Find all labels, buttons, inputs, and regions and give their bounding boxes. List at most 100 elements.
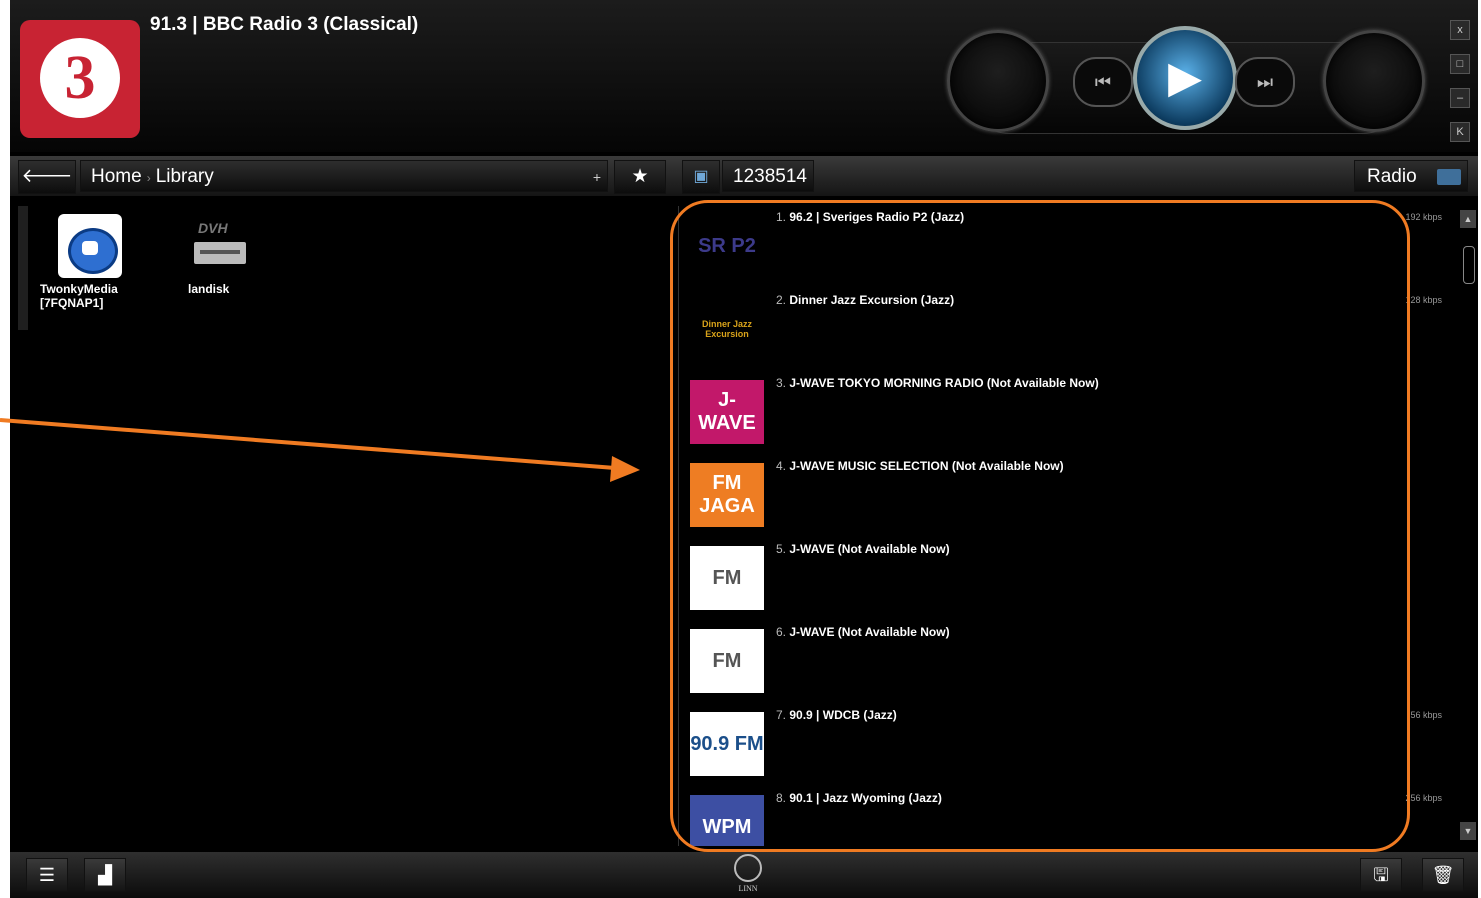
minimize-window-button[interactable]: – <box>1450 88 1470 108</box>
station-name: Dinner Jazz Excursion (Jazz) <box>789 293 955 307</box>
station-title: 8. 90.1 | Jazz Wyoming (Jazz) <box>776 791 942 805</box>
station-name: 90.1 | Jazz Wyoming (Jazz) <box>789 791 942 805</box>
close-window-button[interactable]: x <box>1450 20 1470 40</box>
station-row[interactable]: SR P2 1. 96.2 | Sveriges Radio P2 (Jazz) 1… <box>690 206 1460 289</box>
breadcrumb-library[interactable]: Library <box>156 166 214 187</box>
station-row[interactable]: FM 6. J-WAVE (Not Available Now) <box>690 621 1460 704</box>
station-number: 4. <box>776 459 787 473</box>
back-arrow-icon: 🡐 <box>21 166 73 187</box>
breadcrumb-home[interactable]: Home <box>91 166 142 187</box>
now-playing-title: 91.3 | BBC Radio 3 (Classical) <box>150 14 419 35</box>
linn-kinsky-app: 3 91.3 | BBC Radio 3 (Classical) ⏮ ▶ ⏭ x… <box>10 0 1478 898</box>
trash-icon: 🗑 <box>1431 865 1455 885</box>
station-title: 2. Dinner Jazz Excursion (Jazz) <box>776 293 954 307</box>
station-logo-thumbnail: FM <box>690 629 764 693</box>
station-bitrate: 256 kbps <box>1405 793 1442 803</box>
playlist-button[interactable]: ☰ <box>26 858 68 892</box>
station-logo: 3 <box>20 20 140 138</box>
station-row[interactable]: Dinner Jazz Excursion 2. Dinner Jazz Excu… <box>690 289 1460 372</box>
station-number: 5. <box>776 542 787 556</box>
source-icon <box>1437 169 1461 185</box>
station-row[interactable]: FM JAGA 4. J-WAVE MUSIC SELECTION (Not Av… <box>690 455 1460 538</box>
scroll-down-button[interactable]: ▼ <box>1460 822 1476 840</box>
station-name: J-WAVE (Not Available Now) <box>789 542 950 556</box>
add-location-button[interactable]: + <box>593 161 601 193</box>
back-button[interactable]: 🡐 <box>18 160 76 194</box>
station-title: 4. J-WAVE MUSIC SELECTION (Not Available… <box>776 459 1064 473</box>
station-logo-thumbnail: 90.9 FM <box>690 712 764 776</box>
station-logo-thumbnail: J-WAVE <box>690 380 764 444</box>
station-logo-thumbnail: FM JAGA <box>690 463 764 527</box>
station-number: 3. <box>776 376 787 390</box>
view-toggle-button[interactable]: ▟ <box>84 858 126 892</box>
station-logo-thumbnail: WPM <box>690 795 764 846</box>
station-title: 3. J-WAVE TOKYO MORNING RADIO (Not Avail… <box>776 376 1099 390</box>
previous-button[interactable]: ⏮ <box>1073 57 1133 107</box>
station-logo-text: FM <box>712 566 742 589</box>
station-logo-text: SR P2 <box>698 234 756 257</box>
room-icon[interactable]: ▣ <box>682 160 720 194</box>
station-bitrate: 56 kbps <box>1410 710 1442 720</box>
next-button[interactable]: ⏭ <box>1235 57 1295 107</box>
station-list-scrollbar[interactable]: ▲ ▼ <box>1460 210 1476 842</box>
station-row[interactable]: 90.9 FM 7. 90.9 | WDCB (Jazz) 56 kbps <box>690 704 1460 787</box>
scroll-thumb[interactable] <box>1463 246 1475 284</box>
station-logo-thumbnail: FM <box>690 546 764 610</box>
station-name: 96.2 | Sveriges Radio P2 (Jazz) <box>789 210 965 224</box>
maximize-window-button[interactable]: □ <box>1450 54 1470 74</box>
station-name: J-WAVE TOKYO MORNING RADIO (Not Availabl… <box>789 376 1099 390</box>
play-button[interactable]: ▶ <box>1133 26 1237 130</box>
source-selector[interactable]: Radio <box>1354 160 1468 192</box>
station-logo-thumbnail: Dinner Jazz Excursion <box>690 297 764 361</box>
seek-knob[interactable] <box>1323 30 1425 132</box>
scroll-up-button[interactable]: ▲ <box>1460 210 1476 228</box>
linn-brand-text: LINN <box>738 884 758 893</box>
device-label: landisk <box>188 282 230 296</box>
station-bitrate: 192 kbps <box>1405 212 1442 222</box>
device-twonkymedia[interactable]: TwonkyMedia [7FQNAP1] <box>40 206 140 310</box>
station-number: 2. <box>776 293 787 307</box>
station-number: 7. <box>776 708 787 722</box>
volume-knob[interactable] <box>947 30 1049 132</box>
station-bitrate: 128 kbps <box>1405 295 1442 305</box>
station-number: 6. <box>776 625 787 639</box>
station-title: 5. J-WAVE (Not Available Now) <box>776 542 950 556</box>
station-row[interactable]: J-WAVE 3. J-WAVE TOKYO MORNING RADIO (Not… <box>690 372 1460 455</box>
bookmark-button[interactable]: ★ <box>614 160 666 194</box>
station-logo-thumbnail: SR P2 <box>690 214 764 278</box>
station-number: 8. <box>776 791 787 805</box>
save-playlist-button[interactable]: 🖫 <box>1360 858 1402 892</box>
source-label: Radio <box>1367 166 1417 187</box>
station-name: 90.9 | WDCB (Jazz) <box>789 708 897 722</box>
station-row[interactable]: WPM 8. 90.1 | Jazz Wyoming (Jazz) 256 kbps <box>690 787 1460 846</box>
list-icon: ☰ <box>38 865 56 885</box>
room-selector[interactable]: 1238514 <box>722 160 814 192</box>
station-title: 6. J-WAVE (Not Available Now) <box>776 625 950 639</box>
mini-mode-button[interactable]: K <box>1450 122 1470 142</box>
station-number: 1. <box>776 210 787 224</box>
station-logo-text: 90.9 FM <box>690 732 764 755</box>
station-row[interactable]: FM 5. J-WAVE (Not Available Now) <box>690 538 1460 621</box>
toolbar: 🡐 Home › Library + ★ ▣ 1238514 Radio <box>10 156 1478 196</box>
library-panel: TwonkyMedia [7FQNAP1] DVH landisk <box>18 206 679 846</box>
nas-drive-icon-brand: DVH <box>198 220 228 236</box>
station-logo-number: 3 <box>40 38 120 118</box>
play-icon: ▶ <box>1168 53 1202 102</box>
device-landisk[interactable]: DVH landisk <box>170 206 270 296</box>
header: 3 91.3 | BBC Radio 3 (Classical) ⏮ ▶ ⏭ x… <box>10 0 1478 152</box>
view-icon: ▟ <box>98 865 112 885</box>
device-label: TwonkyMedia [7FQNAP1] <box>40 282 118 310</box>
delete-button[interactable]: 🗑 <box>1422 858 1464 892</box>
library-scroll-strip <box>18 206 28 330</box>
station-title: 1. 96.2 | Sveriges Radio P2 (Jazz) <box>776 210 964 224</box>
linn-brand: LINN <box>731 854 765 893</box>
save-icon: 🖫 <box>1373 865 1389 885</box>
station-logo-text: Dinner Jazz Excursion <box>701 319 752 339</box>
breadcrumb: Home › Library + <box>80 160 608 192</box>
station-logo-text: FM JAGA <box>699 472 755 517</box>
station-title: 7. 90.9 | WDCB (Jazz) <box>776 708 897 722</box>
station-logo-text: WPM <box>702 815 752 838</box>
station-list: SR P2 1. 96.2 | Sveriges Radio P2 (Jazz) 1… <box>690 206 1460 846</box>
station-logo-text: FM <box>712 649 742 672</box>
station-logo-text: J-WAVE <box>698 389 756 434</box>
